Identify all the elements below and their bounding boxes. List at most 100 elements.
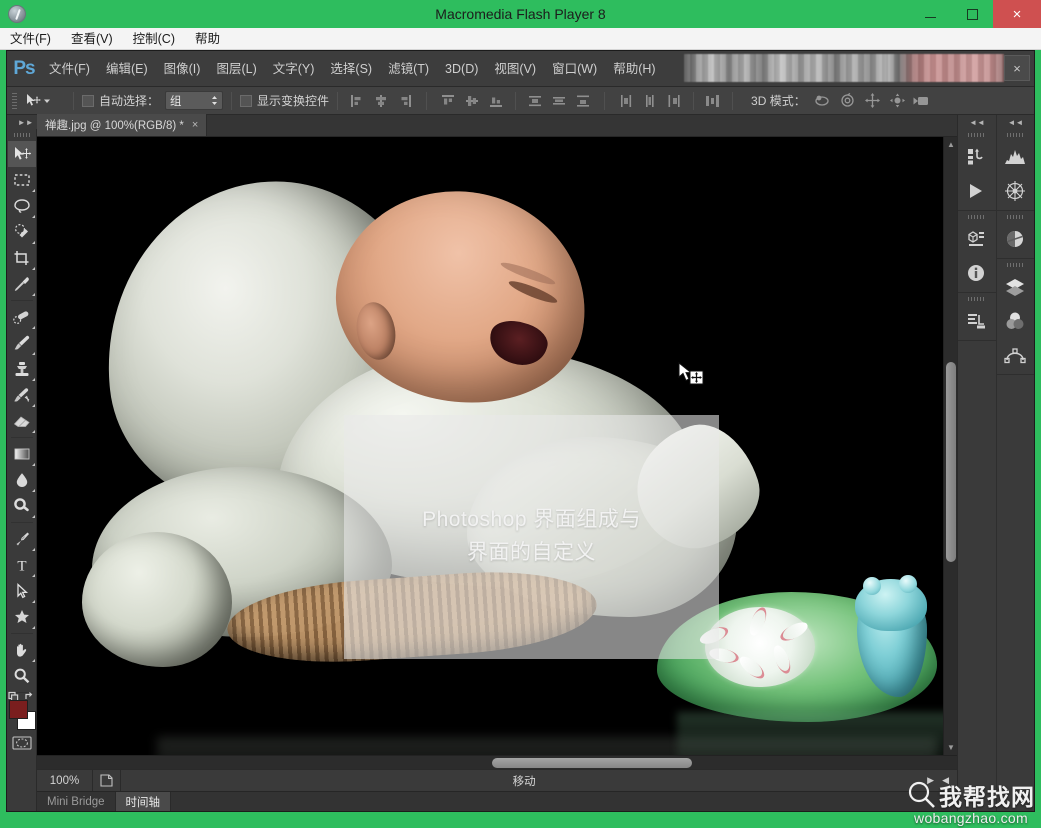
zoom-level-field[interactable]: 100%: [37, 769, 93, 792]
scale-3d-icon[interactable]: [912, 91, 934, 111]
align-top-edges-icon[interactable]: [437, 91, 459, 111]
roll-3d-icon[interactable]: [837, 91, 859, 111]
rail-two-collapse-icon[interactable]: ◄◄: [997, 115, 1034, 129]
tool-history-brush[interactable]: [8, 382, 36, 408]
tool-lasso[interactable]: [8, 193, 36, 219]
document-tab[interactable]: 禅趣.jpg @ 100%(RGB/8) * ×: [37, 114, 208, 136]
ps-menu-layer[interactable]: 图层(L): [208, 51, 264, 87]
align-left-edges-icon[interactable]: [346, 91, 368, 111]
tool-horizontal-type[interactable]: T: [8, 552, 36, 578]
auto-select-dropdown[interactable]: 组: [165, 91, 224, 110]
vertical-scrollbar-thumb[interactable]: [946, 362, 956, 562]
tool-move[interactable]: [7, 141, 36, 167]
paths-panel-icon[interactable]: [997, 338, 1033, 372]
tool-pen[interactable]: [8, 526, 36, 552]
ps-menu-filter[interactable]: 滤镜(T): [380, 51, 437, 87]
tab-timeline[interactable]: 时间轴: [115, 792, 172, 811]
drag-3d-icon[interactable]: [862, 91, 884, 111]
rotate-3d-icon[interactable]: [812, 91, 834, 111]
scroll-up-arrow-icon[interactable]: ▲: [947, 140, 955, 149]
canvas-vertical-scrollbar[interactable]: ▲ ▼: [943, 137, 957, 755]
3d-panel-icon[interactable]: [958, 222, 994, 256]
minimize-button[interactable]: [909, 0, 951, 28]
tab-mini-bridge[interactable]: Mini Bridge: [37, 792, 116, 811]
info-panel-icon[interactable]: [958, 256, 994, 290]
rail-two-grip-a[interactable]: [997, 129, 1034, 140]
tool-crop[interactable]: [8, 245, 36, 271]
toolbox-collapse-icon[interactable]: ►►: [7, 115, 37, 129]
rail-one-collapse-icon[interactable]: ◄◄: [958, 115, 996, 129]
flash-menu-view[interactable]: 查看(V): [61, 28, 123, 50]
distribute-bottom-edges-icon[interactable]: [572, 91, 594, 111]
options-bar-grip[interactable]: [7, 87, 21, 115]
image-canvas[interactable]: Photoshop 界面组成与 界面的自定义: [37, 137, 943, 755]
align-vertical-centers-icon[interactable]: [461, 91, 483, 111]
left-arrow-icon[interactable]: ◀: [942, 775, 949, 786]
rail-two-grip-c[interactable]: [997, 259, 1034, 270]
tool-hand[interactable]: [8, 637, 36, 663]
tool-spot-healing-brush[interactable]: [8, 304, 36, 330]
ps-menu-edit[interactable]: 编辑(E): [98, 51, 156, 87]
tool-zoom[interactable]: [8, 663, 36, 689]
ps-menu-window[interactable]: 窗口(W): [544, 51, 605, 87]
tool-brush[interactable]: [8, 330, 36, 356]
current-tool-preset[interactable]: [25, 90, 65, 112]
distribute-top-edges-icon[interactable]: [524, 91, 546, 111]
flash-menu-control[interactable]: 控制(C): [123, 28, 185, 50]
auto-select-checkbox[interactable]: [82, 94, 94, 107]
histogram-panel-icon[interactable]: [997, 140, 1033, 174]
align-bottom-edges-icon[interactable]: [485, 91, 507, 111]
ps-menu-view[interactable]: 视图(V): [486, 51, 544, 87]
ps-close-button[interactable]: ×: [1004, 55, 1030, 81]
tool-custom-shape[interactable]: [8, 604, 36, 630]
tool-rectangular-marquee[interactable]: [8, 167, 36, 193]
auto-align-layers-icon[interactable]: [702, 91, 724, 111]
canvas-horizontal-scrollbar[interactable]: [37, 755, 957, 769]
quick-mask-button[interactable]: [9, 732, 35, 754]
tool-quick-selection[interactable]: [8, 219, 36, 245]
tool-dodge[interactable]: [8, 493, 36, 519]
scroll-down-arrow-icon[interactable]: ▼: [947, 743, 955, 752]
document-tab-close-icon[interactable]: ×: [192, 119, 198, 131]
horizontal-scrollbar-thumb[interactable]: [492, 758, 692, 768]
distribute-vertical-centers-icon[interactable]: [548, 91, 570, 111]
slide-3d-icon[interactable]: [887, 91, 909, 111]
align-right-edges-icon[interactable]: [394, 91, 416, 111]
tool-path-selection[interactable]: [8, 578, 36, 604]
ps-menu-file[interactable]: 文件(F): [41, 51, 98, 87]
ps-menu-image[interactable]: 图像(I): [156, 51, 209, 87]
document-info-icon[interactable]: [93, 769, 121, 792]
actions-panel-icon[interactable]: [958, 174, 994, 208]
play-arrow-icon[interactable]: ▶: [927, 775, 934, 786]
tool-clone-stamp[interactable]: [8, 356, 36, 382]
adjustments-panel-icon[interactable]: [997, 222, 1033, 256]
close-button[interactable]: ×: [993, 0, 1041, 28]
tool-eyedropper[interactable]: [8, 271, 36, 297]
toolbox-grip[interactable]: [7, 129, 37, 141]
channels-panel-icon[interactable]: [997, 304, 1033, 338]
distribute-horizontal-centers-icon[interactable]: [639, 91, 661, 111]
tool-blur[interactable]: [8, 467, 36, 493]
ps-menu-help[interactable]: 帮助(H): [605, 51, 663, 87]
flash-menu-file[interactable]: 文件(F): [0, 28, 61, 50]
navigator-panel-icon[interactable]: [997, 174, 1033, 208]
ps-menu-type[interactable]: 文字(Y): [265, 51, 323, 87]
align-horizontal-centers-icon[interactable]: [370, 91, 392, 111]
ps-menu-select[interactable]: 选择(S): [322, 51, 380, 87]
rail-one-grip-c[interactable]: [958, 293, 996, 304]
tool-gradient[interactable]: [8, 441, 36, 467]
tool-eraser[interactable]: [8, 408, 36, 434]
distribute-left-edges-icon[interactable]: [615, 91, 637, 111]
history-panel-icon[interactable]: [958, 140, 994, 174]
maximize-button[interactable]: [951, 0, 993, 28]
distribute-right-edges-icon[interactable]: [663, 91, 685, 111]
foreground-color-swatch[interactable]: [8, 700, 28, 719]
layer-comps-panel-icon[interactable]: [958, 304, 994, 338]
rail-one-grip-a[interactable]: [958, 129, 996, 140]
layers-panel-icon[interactable]: [997, 270, 1033, 304]
flash-menu-help[interactable]: 帮助: [185, 28, 230, 50]
rail-two-grip-b[interactable]: [997, 211, 1034, 222]
rail-one-grip-b[interactable]: [958, 211, 996, 222]
ps-menu-3d[interactable]: 3D(D): [437, 51, 486, 87]
show-transform-controls-checkbox[interactable]: [240, 94, 253, 107]
